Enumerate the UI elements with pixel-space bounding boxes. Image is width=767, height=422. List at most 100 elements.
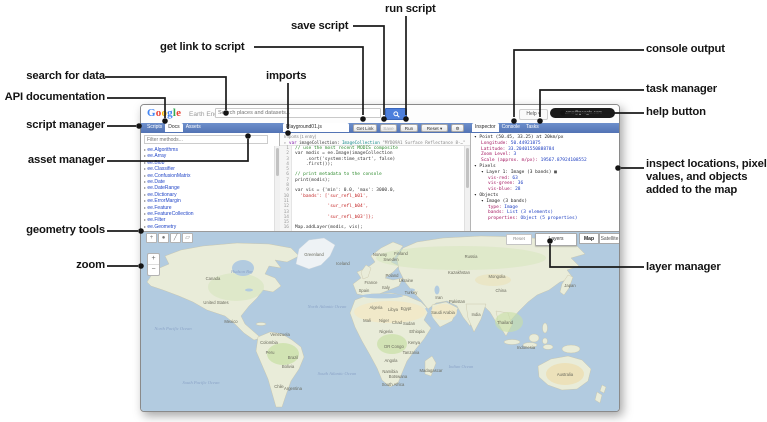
- map-reset-button[interactable]: Reset: [506, 234, 532, 245]
- world-map[interactable]: Greenland Iceland Canada Hudson Bay United S…: [141, 232, 619, 412]
- imports-section[interactable]: Imports (1 entry) ▸ var imageCollection:…: [280, 133, 470, 146]
- callout-asset-manager: asset manager: [27, 154, 105, 166]
- svg-text:China: China: [496, 288, 508, 293]
- code-line[interactable]: 16 Map.addLayer(modis, vis);: [280, 225, 470, 231]
- callout-search-for-data: search for data: [26, 70, 105, 82]
- account-button[interactable]: name@google.com: [550, 108, 615, 118]
- svg-text:Bolivia: Bolivia: [282, 364, 295, 369]
- svg-text:Iceland: Iceland: [336, 261, 350, 266]
- docs-list: ▸ ee.Algorithms ▸ ee.Array ▸ ee.Blob ▸ ee.C…: [144, 147, 270, 230]
- svg-text:Japan: Japan: [564, 283, 576, 288]
- svg-text:South Atlantic Ocean: South Atlantic Ocean: [318, 371, 357, 376]
- svg-text:Australia: Australia: [557, 372, 574, 377]
- svg-text:Turkey: Turkey: [405, 290, 419, 295]
- svg-text:Angola: Angola: [384, 358, 398, 363]
- imports-variable-line[interactable]: ▸ var imageCollection: ImageCollection "…: [284, 140, 470, 146]
- svg-text:Chad: Chad: [392, 320, 403, 325]
- svg-text:Greenland: Greenland: [304, 252, 324, 257]
- top-bar: Google Earth Engine Help ▾ name@google.c…: [141, 105, 619, 124]
- inspector-row: properties: Object (5 properties): [488, 216, 578, 222]
- svg-text:Kenya: Kenya: [408, 340, 421, 345]
- geometry-toolbar: + ● ╱ ▱: [146, 233, 193, 243]
- zoom-out-button[interactable]: −: [148, 265, 159, 275]
- svg-text:Pakistan: Pakistan: [449, 299, 466, 304]
- svg-text:North Atlantic Ocean: North Atlantic Ocean: [307, 304, 347, 309]
- svg-text:Brazil: Brazil: [288, 355, 299, 360]
- svg-text:South Africa: South Africa: [382, 382, 405, 387]
- tab-console[interactable]: Console: [499, 123, 523, 132]
- google-logo: Google: [147, 107, 182, 119]
- svg-text:Iran: Iran: [435, 295, 443, 300]
- svg-text:France: France: [364, 280, 378, 285]
- settings-gear-icon[interactable]: ⚙: [451, 124, 464, 132]
- filter-methods-input[interactable]: [144, 135, 268, 144]
- svg-text:Thailand: Thailand: [497, 320, 514, 325]
- reset-button[interactable]: Reset ▾: [421, 124, 448, 132]
- line-tool[interactable]: ╱: [170, 233, 181, 243]
- svg-text:Mali: Mali: [363, 318, 371, 323]
- svg-text:Colombia: Colombia: [260, 340, 278, 345]
- svg-text:Sudan: Sudan: [403, 321, 416, 326]
- svg-text:Algeria: Algeria: [369, 305, 383, 310]
- figure-canvas: Google Earth Engine Help ▾ name@google.c…: [0, 0, 767, 422]
- svg-text:Kazakhstan: Kazakhstan: [448, 270, 471, 275]
- run-button[interactable]: Run: [400, 124, 418, 132]
- callout-help-button: help button: [646, 106, 706, 118]
- svg-text:Indonesia: Indonesia: [517, 345, 536, 350]
- svg-text:Saudi Arabia: Saudi Arabia: [431, 310, 455, 315]
- callout-task-manager: task manager: [646, 83, 718, 95]
- polygon-tool[interactable]: ▱: [182, 233, 193, 243]
- code-scrollbar[interactable]: [464, 146, 470, 231]
- tab-scripts[interactable]: Scripts: [144, 123, 165, 132]
- svg-text:Egypt: Egypt: [401, 306, 413, 311]
- help-button[interactable]: Help ▾: [519, 109, 548, 120]
- svg-text:South Pacific Ocean: South Pacific Ocean: [183, 380, 221, 385]
- svg-text:Sweden: Sweden: [383, 257, 399, 262]
- svg-text:Tanzania: Tanzania: [403, 350, 420, 355]
- svg-text:Mexico: Mexico: [224, 319, 238, 324]
- svg-text:Botswana: Botswana: [389, 374, 408, 379]
- svg-text:Libya: Libya: [388, 307, 399, 312]
- code-editor-panel[interactable]: Imports (1 entry) ▸ var imageCollection:…: [280, 133, 471, 231]
- svg-text:Spain: Spain: [359, 288, 370, 293]
- pan-hand-tool[interactable]: +: [146, 233, 157, 243]
- callout-imports: imports: [266, 70, 307, 82]
- callout-get-link-to-script: get link to script: [160, 41, 245, 53]
- svg-text:United States: United States: [203, 300, 228, 305]
- callout-script-manager: script manager: [26, 119, 105, 131]
- point-tool[interactable]: ●: [158, 233, 169, 243]
- search-icon: [392, 110, 400, 118]
- docs-list-item[interactable]: ▸ ee.Geometry: [144, 224, 270, 230]
- svg-text:Ukraine: Ukraine: [399, 278, 414, 283]
- svg-text:Venezuela: Venezuela: [270, 332, 290, 337]
- zoom-control: + −: [147, 253, 160, 276]
- svg-text:Finland: Finland: [394, 251, 408, 256]
- maptype-satellite-button[interactable]: Satellite: [599, 233, 619, 244]
- save-button[interactable]: Save: [380, 124, 397, 132]
- tab-assets[interactable]: Assets: [183, 123, 204, 132]
- tab-tasks[interactable]: Tasks: [523, 123, 542, 132]
- svg-text:Nigeria: Nigeria: [379, 329, 393, 334]
- search-input[interactable]: [215, 108, 381, 118]
- get-link-button[interactable]: Get Link: [353, 124, 377, 132]
- code-lines[interactable]: 1// use the most recent MODIS composite 2…: [280, 146, 470, 231]
- tab-docs[interactable]: Docs: [165, 123, 183, 132]
- callout-layer-manager: layer manager: [646, 261, 721, 273]
- callout-run-script: run script: [385, 3, 436, 15]
- callout-save-script: save script: [291, 20, 349, 32]
- svg-text:Indian Ocean: Indian Ocean: [448, 364, 474, 369]
- callout-console-output: console output: [646, 43, 725, 55]
- tab-inspector[interactable]: Inspector: [472, 123, 499, 132]
- zoom-in-button[interactable]: +: [148, 254, 159, 265]
- svg-text:DR Congo: DR Congo: [384, 344, 404, 349]
- tab-script-filename[interactable]: Playground01.js: [283, 123, 349, 132]
- maptype-map-button[interactable]: Map: [579, 233, 599, 244]
- layers-button[interactable]: Layers: [535, 233, 577, 246]
- callout-api-documentation: API documentation: [4, 91, 106, 103]
- callout-zoom: zoom: [76, 259, 105, 271]
- callout-inspect-map: inspect locations, pixel values, and obj…: [646, 158, 767, 197]
- search-button[interactable]: [385, 108, 407, 120]
- svg-text:Russia: Russia: [465, 254, 478, 259]
- svg-text:North Pacific Ocean: North Pacific Ocean: [153, 326, 192, 331]
- svg-text:India: India: [471, 312, 481, 317]
